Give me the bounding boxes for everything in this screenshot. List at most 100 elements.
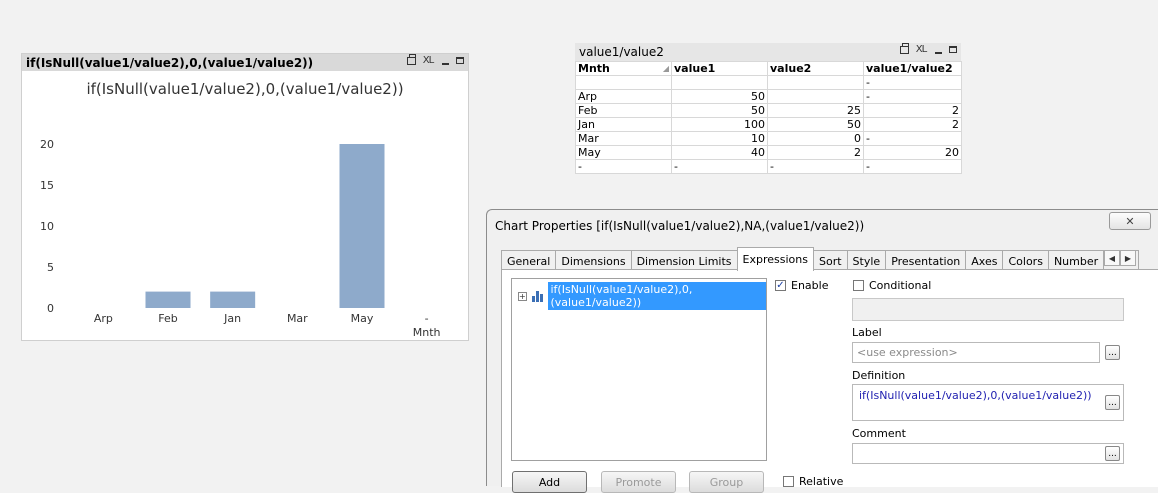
bar-chart[interactable]: 0 5 10 15 20 Arp Feb Jan Mar May -Mnth xyxy=(22,54,468,340)
table-row[interactable]: Arp 50 - xyxy=(575,89,962,104)
add-button[interactable]: Add xyxy=(512,471,587,493)
relative-option[interactable]: Relative xyxy=(783,475,843,488)
expression-item[interactable]: + if(IsNull(value1/value2),0,(value1/val… xyxy=(518,282,766,310)
straight-table: Mnth ◢ value1 value2 value1/value2 - Arp 5… xyxy=(575,61,962,174)
maximize-icon[interactable] xyxy=(949,46,957,53)
tab-sort[interactable]: Sort xyxy=(812,250,848,271)
table-cell: 25 xyxy=(767,103,864,118)
column-header-mnth[interactable]: Mnth ◢ xyxy=(575,61,672,76)
enable-option[interactable]: ✓ Enable xyxy=(775,279,828,292)
table-row[interactable]: Mar 10 0- xyxy=(575,131,962,146)
tab-axes[interactable]: Axes xyxy=(965,250,1004,271)
close-button[interactable]: ✕ xyxy=(1109,212,1151,230)
x-axis-label: Mnth xyxy=(413,326,441,339)
y-tick-label: 5 xyxy=(47,261,54,274)
table-cell xyxy=(671,75,768,90)
y-tick-label: 0 xyxy=(47,302,54,315)
conditional-field xyxy=(852,298,1124,321)
minimize-icon[interactable] xyxy=(933,44,944,55)
x-tick-label[interactable]: Jan xyxy=(223,312,241,325)
table-cell: 50 xyxy=(767,117,864,132)
definition-ellipsis-button[interactable]: ... xyxy=(1105,395,1120,410)
table-row[interactable]: Feb 50 25 2 xyxy=(575,103,962,118)
table-cell: 20 xyxy=(863,145,962,160)
dialog-title: Chart Properties [if(IsNull(value1/value… xyxy=(495,219,865,233)
definition-heading: Definition xyxy=(852,369,906,382)
bar-chart-icon xyxy=(531,290,545,302)
expressions-panel: + if(IsNull(value1/value2),0,(value1/val… xyxy=(501,269,1158,493)
table-cell: 100 xyxy=(671,117,768,132)
table-row[interactable]: Jan 100 50 2 xyxy=(575,117,962,132)
label-heading: Label xyxy=(852,326,882,339)
x-tick-label[interactable]: Mar xyxy=(287,312,308,325)
tab-style[interactable]: Style xyxy=(846,250,887,271)
relative-label: Relative xyxy=(799,475,844,488)
enable-checkbox[interactable]: ✓ xyxy=(775,280,786,291)
promote-button[interactable]: Promote xyxy=(601,471,676,493)
scroll-right-icon[interactable]: ▶ xyxy=(1120,250,1136,266)
table-caption-title: value1/value2 xyxy=(579,45,664,59)
x-tick-label[interactable]: May xyxy=(351,312,374,325)
table-cell[interactable]: May xyxy=(575,145,672,160)
tab-general[interactable]: General xyxy=(501,250,557,271)
table-caption-bar[interactable]: value1/value2 XL xyxy=(575,42,961,61)
table-row[interactable]: ---- xyxy=(575,159,962,174)
table-row[interactable]: May 40 2 20 xyxy=(575,145,962,160)
table-cell: 50 xyxy=(671,103,768,118)
tab-scroll: ◀ ▶ xyxy=(1104,250,1136,266)
relative-checkbox[interactable] xyxy=(783,476,794,487)
label-ellipsis-button[interactable]: ... xyxy=(1105,345,1120,360)
table-object[interactable]: value1/value2 XL Mnth ◢ value1 value2 val… xyxy=(575,42,962,185)
table-cell[interactable]: Feb xyxy=(575,103,672,118)
table-cell xyxy=(767,89,864,104)
table-cell[interactable]: - xyxy=(575,159,672,174)
column-header-ratio[interactable]: value1/value2 xyxy=(863,61,962,76)
bar[interactable] xyxy=(145,291,191,308)
tab-strip: General Dimensions Dimension Limits Express… xyxy=(501,247,1140,271)
chart-properties-dialog[interactable]: Chart Properties [if(IsNull(value1/value… xyxy=(486,209,1158,493)
table-cell[interactable]: Mar xyxy=(575,131,672,146)
tab-dimensions[interactable]: Dimensions xyxy=(555,250,632,271)
table-cell[interactable]: Jan xyxy=(575,117,672,132)
comment-heading: Comment xyxy=(852,427,906,440)
table-cell: 2 xyxy=(863,103,962,118)
definition-text: if(IsNull(value1/value2),0,(value1/value… xyxy=(859,389,1092,402)
tab-number[interactable]: Number xyxy=(1047,250,1105,271)
tab-colors[interactable]: Colors xyxy=(1002,250,1049,271)
table-cell[interactable]: Arp xyxy=(575,89,672,104)
bar[interactable] xyxy=(210,291,256,308)
table-cell: 50 xyxy=(671,89,768,104)
x-tick-label[interactable]: Feb xyxy=(158,312,177,325)
expression-list[interactable]: + if(IsNull(value1/value2),0,(value1/val… xyxy=(511,278,767,461)
x-tick-label[interactable]: Arp xyxy=(94,312,113,325)
definition-field[interactable]: if(IsNull(value1/value2),0,(value1/value… xyxy=(852,384,1124,421)
chart-object[interactable]: if(IsNull(value1/value2),0,(value1/value… xyxy=(21,53,469,341)
expand-icon[interactable]: + xyxy=(518,291,527,301)
tab-dimension-limits[interactable]: Dimension Limits xyxy=(630,250,738,271)
table-cell xyxy=(575,75,672,90)
conditional-option[interactable]: Conditional xyxy=(853,279,931,292)
table-cell: - xyxy=(863,89,962,104)
tab-expressions[interactable]: Expressions xyxy=(736,247,814,271)
tab-presentation[interactable]: Presentation xyxy=(885,250,967,271)
group-button[interactable]: Group xyxy=(689,471,764,493)
excel-icon[interactable]: XL xyxy=(914,44,928,55)
y-tick-label: 15 xyxy=(40,179,54,192)
bar[interactable] xyxy=(339,144,385,308)
table-cell: 2 xyxy=(863,117,962,132)
label-field[interactable]: <use expression> xyxy=(852,342,1100,363)
table-cell: 40 xyxy=(671,145,768,160)
scroll-left-icon[interactable]: ◀ xyxy=(1104,250,1120,266)
column-header-value2[interactable]: value2 xyxy=(767,61,864,76)
conditional-label: Conditional xyxy=(869,279,932,292)
table-cell: 10 xyxy=(671,131,768,146)
table-cell: - xyxy=(863,75,962,90)
print-icon[interactable] xyxy=(900,42,909,54)
comment-ellipsis-button[interactable]: ... xyxy=(1105,446,1120,461)
x-tick-label[interactable]: - xyxy=(425,312,429,325)
table-cell: - xyxy=(671,159,768,174)
comment-field[interactable] xyxy=(852,443,1124,464)
column-header-value1[interactable]: value1 xyxy=(671,61,768,76)
conditional-checkbox[interactable] xyxy=(853,280,864,291)
table-cell: - xyxy=(863,131,962,146)
